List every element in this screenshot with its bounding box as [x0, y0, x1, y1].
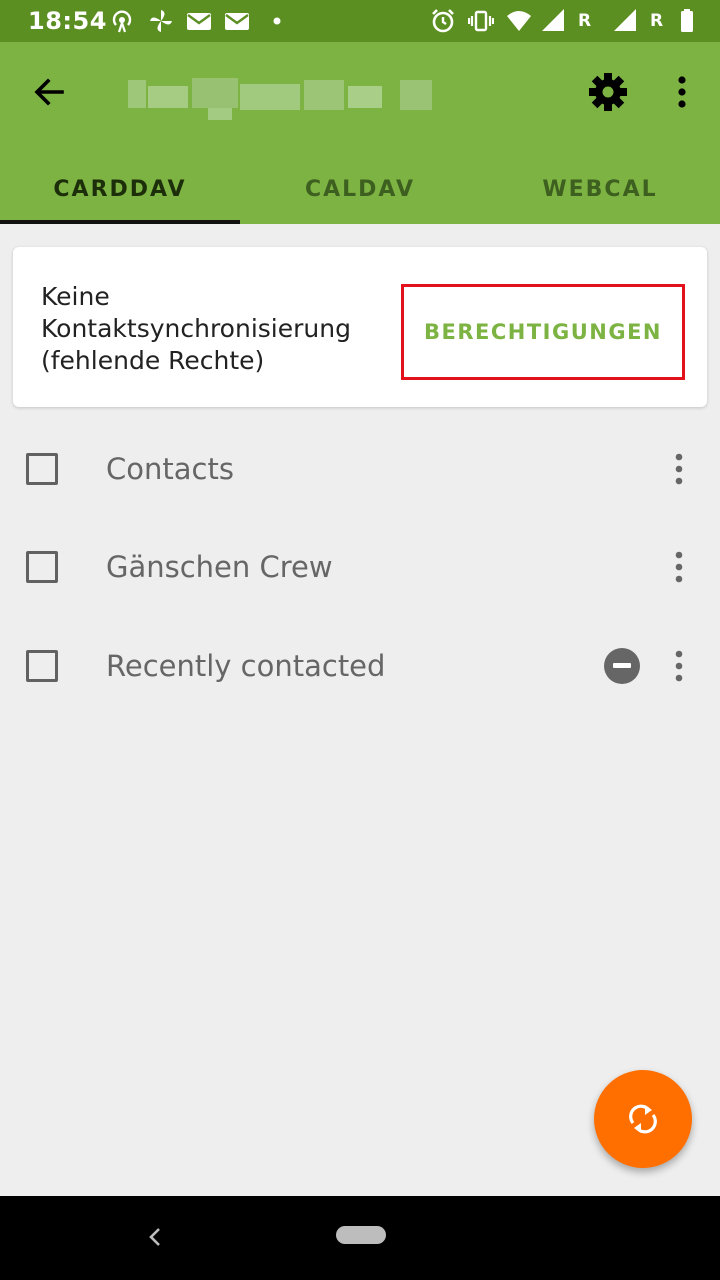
roaming-label: R [650, 11, 664, 31]
list-item[interactable]: Contacts [0, 420, 720, 518]
dot-icon [264, 8, 290, 34]
battery-icon [676, 8, 702, 34]
list-item[interactable]: Gänschen Crew [0, 518, 720, 616]
tab-label: CALDAV [304, 176, 415, 202]
more-vert-icon[interactable] [664, 646, 694, 686]
read-only-icon [604, 648, 640, 684]
list-item[interactable]: Recently contacted [0, 617, 720, 715]
signal-icon [540, 8, 566, 34]
tab-selected-indicator [0, 220, 240, 224]
system-nav-bar [0, 1196, 720, 1280]
more-vert-icon[interactable] [664, 547, 694, 587]
account-title-obscured [128, 76, 446, 122]
settings-button[interactable] [584, 68, 632, 116]
mail-icon [224, 8, 250, 34]
overflow-menu-button[interactable] [660, 68, 704, 116]
status-time: 18:54 [28, 7, 107, 35]
arrow-back-icon [34, 78, 64, 106]
tab-webcal[interactable]: WEBCAL [480, 154, 720, 224]
permission-message: Keine Kontaktsynchronisierung (fehlende … [41, 282, 351, 375]
sync-checkbox[interactable] [26, 650, 58, 682]
roaming-label: R [578, 11, 592, 31]
more-vert-icon [678, 76, 686, 108]
tab-bar: CARDDAV CALDAV WEBCAL [0, 154, 720, 224]
sync-checkbox[interactable] [26, 551, 58, 583]
tab-carddav[interactable]: CARDDAV [0, 154, 240, 224]
alarm-icon [430, 8, 456, 34]
tab-label: WEBCAL [542, 176, 658, 202]
back-button[interactable] [22, 66, 76, 120]
address-book-name: Recently contacted [106, 649, 386, 683]
status-bar: 18:54 R R [0, 0, 720, 42]
mail-icon [186, 8, 212, 34]
sync-fab[interactable] [594, 1070, 692, 1168]
nav-back-icon[interactable] [140, 1222, 170, 1252]
nav-home-pill[interactable] [336, 1226, 386, 1244]
address-book-name: Contacts [106, 452, 234, 486]
app-bar: CARDDAV CALDAV WEBCAL [0, 42, 720, 224]
pinwheel-icon [148, 8, 174, 34]
tab-label: CARDDAV [53, 176, 187, 202]
gear-icon [589, 73, 627, 111]
wifi-icon [506, 8, 532, 34]
permissions-button[interactable]: BERECHTIGUNGEN [401, 284, 685, 380]
vibrate-icon [468, 8, 494, 34]
more-vert-icon[interactable] [664, 449, 694, 489]
hotspot-icon [109, 8, 135, 34]
address-book-name: Gänschen Crew [106, 550, 333, 584]
sync-checkbox[interactable] [26, 453, 58, 485]
tab-caldav[interactable]: CALDAV [240, 154, 480, 224]
permission-card: Keine Kontaktsynchronisierung (fehlende … [13, 247, 707, 407]
signal-icon [612, 8, 638, 34]
sync-icon [629, 1104, 657, 1134]
